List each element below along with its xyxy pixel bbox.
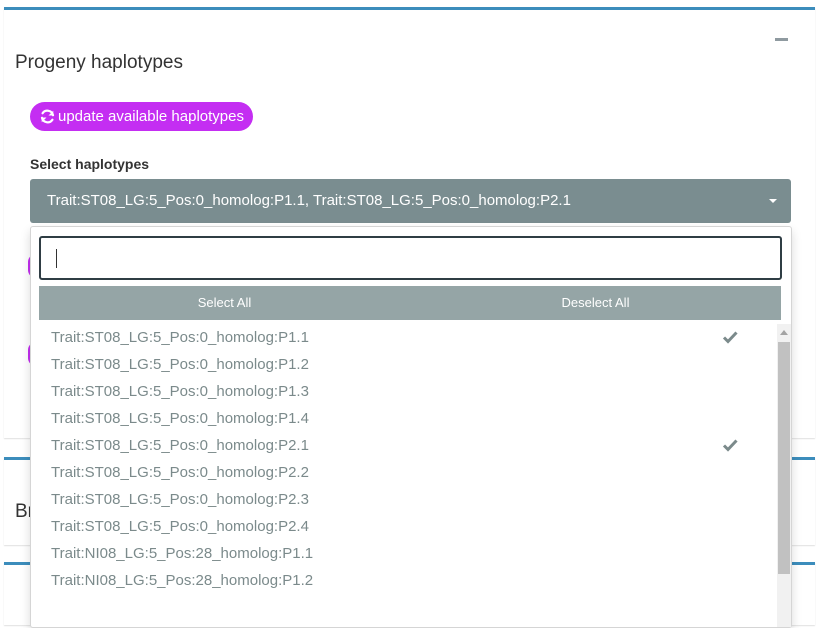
haplotype-option[interactable]: Trait:ST08_LG:5_Pos:0_homolog:P2.2 [31,459,775,486]
scrollbar-thumb[interactable] [778,342,790,574]
haplotype-option[interactable]: Trait:NI08_LG:5_Pos:28_homolog:P1.2 [31,567,775,594]
haplotype-select-toggle[interactable]: Trait:ST08_LG:5_Pos:0_homolog:P1.1, Trai… [30,179,791,223]
select-haplotypes-label: Select haplotypes [30,156,150,172]
check-icon [722,439,738,452]
update-button-label: update available haplotypes [58,108,244,125]
check-icon [722,331,738,344]
haplotype-option[interactable]: Trait:ST08_LG:5_Pos:0_homolog:P1.3 [31,378,775,405]
option-label: Trait:ST08_LG:5_Pos:0_homolog:P2.2 [51,464,309,481]
caret-down-icon [769,199,777,203]
scroll-up-arrow-icon[interactable] [780,330,788,335]
option-label: Trait:NI08_LG:5_Pos:28_homolog:P1.2 [51,572,314,589]
minus-icon[interactable] [775,31,789,47]
update-haplotypes-button[interactable]: update available haplotypes [30,102,253,131]
haplotype-option[interactable]: Trait:ST08_LG:5_Pos:0_homolog:P1.4 [31,405,775,432]
haplotype-option[interactable]: Trait:ST08_LG:5_Pos:0_homolog:P2.4 [31,513,775,540]
options-scrollbar[interactable] [777,324,791,627]
option-label: Trait:ST08_LG:5_Pos:0_homolog:P2.1 [51,437,309,454]
option-label: Trait:ST08_LG:5_Pos:0_homolog:P1.4 [51,410,309,427]
option-label: Trait:NI08_LG:5_Pos:28_homolog:P1.1 [51,545,314,562]
deselect-all-button[interactable]: Deselect All [410,286,781,320]
panel-title: Progeny haplotypes [15,52,183,73]
refresh-icon [40,109,55,124]
select-all-button[interactable]: Select All [39,286,410,320]
option-label: Trait:ST08_LG:5_Pos:0_homolog:P1.2 [51,356,309,373]
option-label: Trait:ST08_LG:5_Pos:0_homolog:P2.4 [51,518,309,535]
haplotype-options-list: Trait:ST08_LG:5_Pos:0_homolog:P1.1 Trait… [31,324,775,604]
haplotype-dropdown-menu: Select All Deselect All Trait:ST08_LG:5_… [30,226,792,628]
haplotype-option[interactable]: Trait:NI08_LG:5_Pos:28_homolog:P1.1 [31,540,775,567]
haplotype-option[interactable]: Trait:ST08_LG:5_Pos:0_homolog:P2.3 [31,486,775,513]
haplotype-search-input[interactable] [39,236,782,280]
selected-haplotypes-text: Trait:ST08_LG:5_Pos:0_homolog:P1.1, Trai… [47,192,571,209]
bulk-actions-bar: Select All Deselect All [39,286,781,320]
option-label: Trait:ST08_LG:5_Pos:0_homolog:P1.1 [51,329,309,346]
text-cursor [56,249,57,268]
haplotype-option[interactable]: Trait:ST08_LG:5_Pos:0_homolog:P1.2 [31,351,775,378]
option-label: Trait:ST08_LG:5_Pos:0_homolog:P1.3 [51,383,309,400]
option-label: Trait:ST08_LG:5_Pos:0_homolog:P2.3 [51,491,309,508]
haplotype-option[interactable]: Trait:ST08_LG:5_Pos:0_homolog:P1.1 [31,324,775,351]
haplotype-option[interactable]: Trait:ST08_LG:5_Pos:0_homolog:P2.1 [31,432,775,459]
